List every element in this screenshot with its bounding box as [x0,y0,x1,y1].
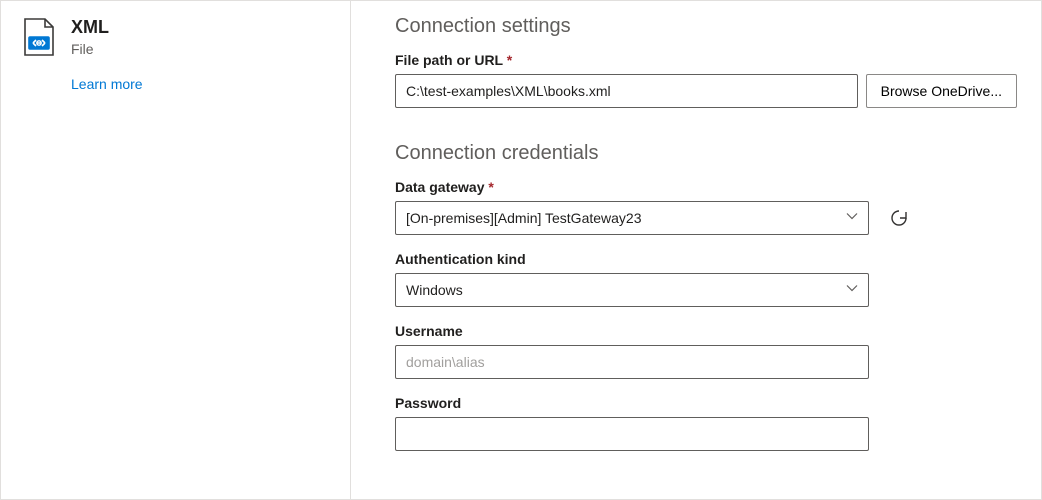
data-gateway-label: Data gateway * [395,179,1017,195]
username-input[interactable] [395,345,869,379]
password-label: Password [395,395,1017,411]
connection-settings-heading: Connection settings [395,15,1017,38]
file-path-input[interactable] [395,74,858,108]
refresh-gateway-button[interactable] [887,206,911,230]
auth-kind-select[interactable]: Windows [395,273,869,307]
connector-title: XML [71,17,109,39]
refresh-icon [889,208,909,228]
file-path-label: File path or URL * [395,52,1017,68]
sidebar-header: XML File [21,17,330,62]
auth-kind-label: Authentication kind [395,251,1017,267]
main-panel: Connection settings File path or URL * B… [351,1,1041,499]
xml-file-icon [21,17,57,62]
password-input[interactable] [395,417,869,451]
sidebar: XML File Learn more [1,1,351,499]
connector-subtitle: File [71,41,109,57]
browse-onedrive-button[interactable]: Browse OneDrive... [866,74,1017,108]
username-label: Username [395,323,1017,339]
connection-credentials-heading: Connection credentials [395,142,1017,165]
data-gateway-select[interactable]: [On-premises][Admin] TestGateway23 [395,201,869,235]
learn-more-link[interactable]: Learn more [71,76,330,92]
